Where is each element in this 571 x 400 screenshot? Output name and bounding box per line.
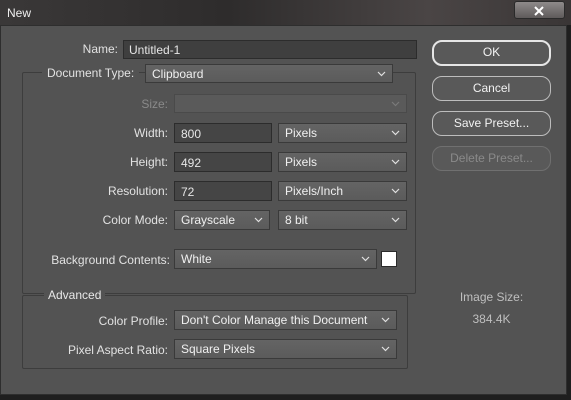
- background-contents-value: White: [181, 252, 212, 266]
- name-input[interactable]: Untitled-1: [123, 40, 417, 59]
- close-icon: [534, 5, 544, 16]
- chevron-down-icon: [377, 69, 386, 78]
- chevron-down-icon: [391, 99, 400, 108]
- size-label: Size:: [141, 97, 168, 111]
- delete-preset-button[interactable]: Delete Preset...: [432, 146, 551, 171]
- color-mode-value: Grayscale: [181, 213, 236, 227]
- chevron-down-icon: [391, 128, 400, 137]
- width-unit-select[interactable]: Pixels: [278, 123, 407, 143]
- resolution-unit-select[interactable]: Pixels/Inch: [278, 181, 407, 201]
- width-input[interactable]: 800: [174, 123, 272, 143]
- image-size-label: Image Size:: [459, 290, 524, 304]
- image-size-value: 384.4K: [472, 312, 511, 326]
- document-type-value: Clipboard: [152, 67, 204, 81]
- title-bar: [0, 0, 571, 26]
- pixel-aspect-ratio-value: Square Pixels: [181, 342, 256, 356]
- size-select[interactable]: [174, 94, 407, 113]
- bit-depth-select[interactable]: 8 bit: [278, 210, 407, 230]
- pixel-aspect-ratio-select[interactable]: Square Pixels: [174, 339, 397, 359]
- name-label: Name:: [82, 42, 118, 56]
- color-mode-label: Color Mode:: [102, 213, 168, 227]
- save-preset-button[interactable]: Save Preset...: [432, 111, 551, 136]
- color-profile-select[interactable]: Don't Color Manage this Document: [174, 310, 397, 330]
- bit-depth-value: 8 bit: [285, 213, 308, 227]
- document-type-select[interactable]: Clipboard: [145, 64, 393, 83]
- resolution-label: Resolution:: [107, 184, 168, 198]
- advanced-heading: Advanced: [44, 288, 106, 302]
- chevron-down-icon: [381, 344, 390, 353]
- chevron-down-icon: [381, 315, 390, 324]
- chevron-down-icon: [361, 254, 370, 263]
- ok-button[interactable]: OK: [432, 40, 551, 66]
- chevron-down-icon: [391, 215, 400, 224]
- height-input[interactable]: 492: [174, 152, 272, 172]
- pixel-aspect-ratio-label: Pixel Aspect Ratio:: [67, 343, 168, 357]
- color-profile-label: Color Profile:: [98, 314, 168, 328]
- color-mode-select[interactable]: Grayscale: [174, 210, 270, 230]
- window-title: New: [7, 6, 32, 20]
- window-edge: [0, 395, 571, 400]
- width-unit-value: Pixels: [285, 126, 318, 140]
- width-label: Width:: [133, 126, 168, 140]
- document-type-label: Document Type:: [42, 66, 140, 80]
- cancel-button[interactable]: Cancel: [432, 76, 551, 101]
- resolution-unit-value: Pixels/Inch: [285, 184, 344, 198]
- window-edge: [567, 25, 571, 400]
- chevron-down-icon: [391, 157, 400, 166]
- background-color-swatch[interactable]: [381, 251, 397, 267]
- chevron-down-icon: [254, 215, 263, 224]
- background-contents-select[interactable]: White: [174, 249, 377, 269]
- close-button[interactable]: [514, 1, 565, 19]
- height-unit-select[interactable]: Pixels: [278, 152, 407, 172]
- chevron-down-icon: [391, 186, 400, 195]
- background-contents-label: Background Contents:: [51, 253, 170, 267]
- color-profile-value: Don't Color Manage this Document: [181, 313, 368, 327]
- height-unit-value: Pixels: [285, 155, 318, 169]
- height-label: Height:: [129, 155, 168, 169]
- resolution-input[interactable]: 72: [174, 181, 272, 201]
